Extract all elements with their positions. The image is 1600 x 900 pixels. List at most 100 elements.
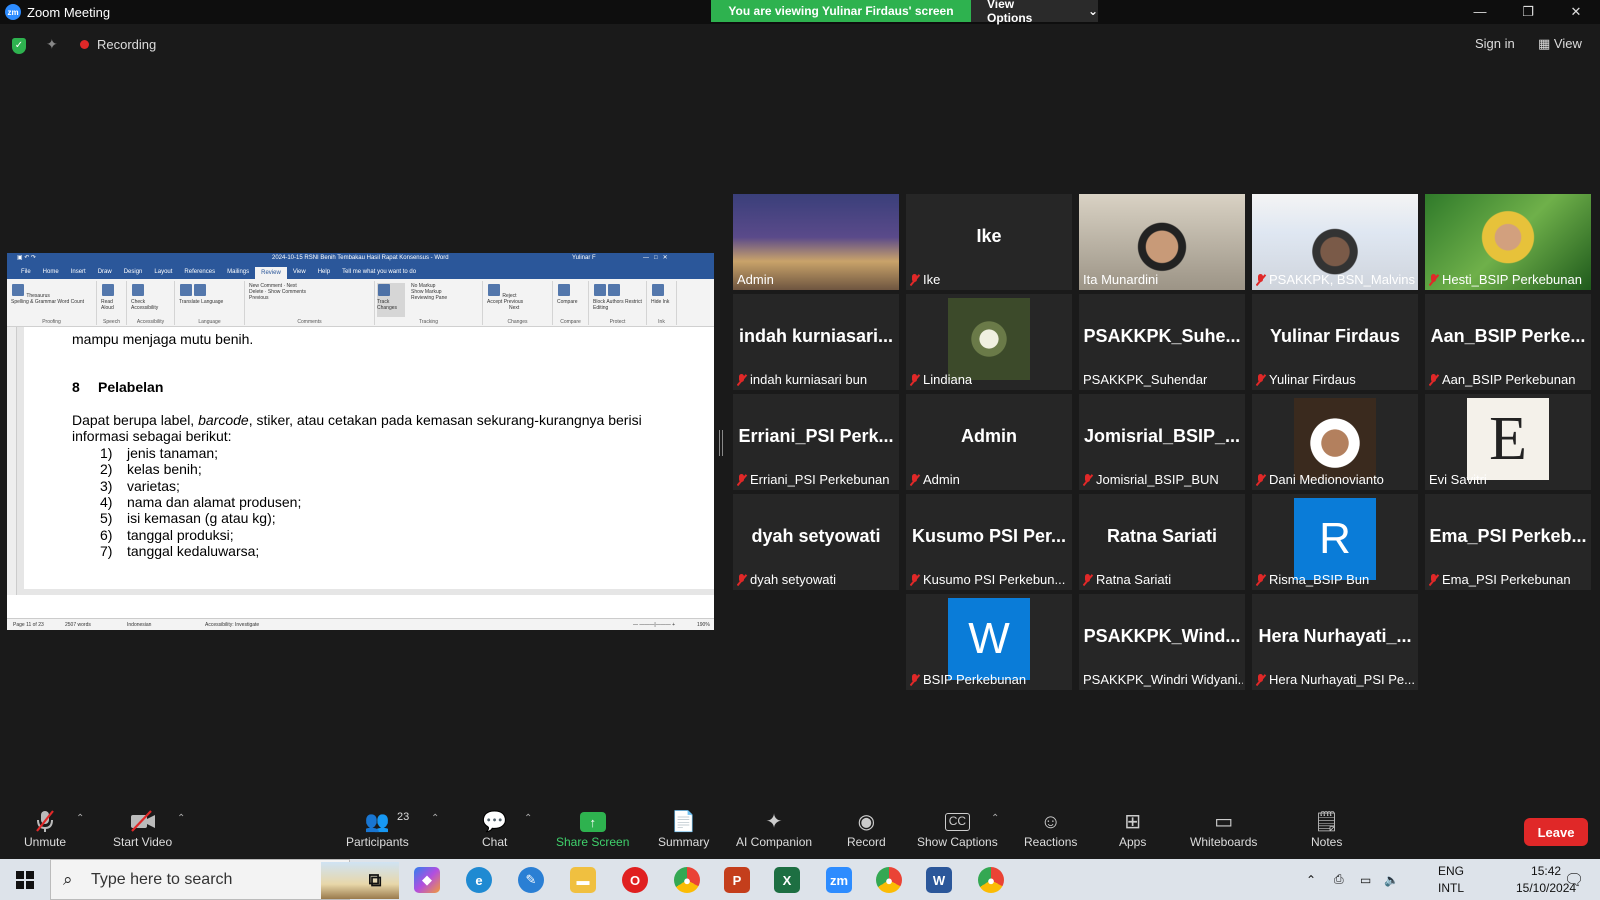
participant-tile[interactable]: Ike Ike [906, 194, 1072, 290]
language-icon[interactable] [194, 284, 206, 296]
ribbon-show-comments[interactable]: Show Comments [268, 289, 306, 295]
ribbon-translate[interactable]: Translate [179, 299, 200, 305]
start-video-button[interactable]: Start Video [113, 809, 172, 849]
ribbon-read-aloud[interactable]: Read Aloud [101, 299, 122, 311]
windows-start-icon[interactable] [16, 871, 34, 889]
ribbon-spelling[interactable]: Spelling & Grammar [11, 299, 56, 305]
zoom-app-icon[interactable]: zm [826, 867, 852, 893]
participants-caret-icon[interactable]: ⌃ [431, 813, 439, 824]
show-captions-button[interactable]: CC Show Captions [917, 809, 998, 849]
view-options-button[interactable]: View Options ⌄ [971, 0, 1098, 25]
check-accessibility-icon[interactable] [132, 284, 144, 296]
chrome-icon[interactable]: ● [876, 867, 902, 893]
word-page[interactable]: mampu menjaga mutu benih. 8 Pelabelan Da… [24, 327, 714, 589]
status-words[interactable]: 2507 words [65, 622, 91, 628]
view-button[interactable]: ▦ View [1538, 36, 1582, 52]
word-tab[interactable]: References [178, 269, 221, 275]
close-button[interactable]: ✕ [1552, 0, 1600, 24]
ribbon-next-change[interactable]: Next [509, 305, 519, 311]
ribbon-accept[interactable]: Accept [487, 299, 502, 305]
participant-tile[interactable]: PSAKKPK_Suhe... PSAKKPK_Suhendar [1079, 294, 1245, 390]
participant-tile[interactable]: Ratna Sariati Ratna Sariati [1079, 494, 1245, 590]
ribbon-reviewing-pane[interactable]: Reviewing Pane [411, 295, 447, 301]
chrome-profile-2-icon[interactable]: ● [978, 867, 1004, 893]
ai-companion-button[interactable]: ✦ AI Companion [736, 809, 812, 849]
leave-button[interactable]: Leave [1524, 818, 1588, 846]
participant-tile[interactable]: Yulinar Firdaus Yulinar Firdaus [1252, 294, 1418, 390]
unmute-button[interactable]: Unmute [24, 809, 66, 849]
minimize-button[interactable]: — [1456, 0, 1504, 24]
video-options-caret-icon[interactable]: ⌃ [177, 813, 185, 824]
ribbon-hide-ink[interactable]: Hide Ink [651, 299, 672, 305]
notifications-icon[interactable]: 🗨 [1564, 859, 1584, 900]
ribbon-word-count[interactable]: Word Count [57, 299, 84, 305]
summary-button[interactable]: 📄 Summary [658, 809, 709, 849]
word-tab[interactable]: Tell me what you want to do [336, 269, 422, 275]
tray-overflow-icon[interactable]: ⌃ [1306, 859, 1316, 900]
status-accessibility[interactable]: Accessibility: Investigate [205, 622, 259, 628]
edge-browser-icon[interactable]: e [466, 867, 492, 893]
whiteboards-button[interactable]: ▭ Whiteboards [1190, 809, 1257, 849]
shield-icon[interactable]: ✓ [12, 38, 26, 54]
participant-tile[interactable]: Admin [733, 194, 899, 290]
word-tab[interactable]: Mailings [221, 269, 255, 275]
status-page[interactable]: Page 11 of 23 [13, 622, 44, 628]
read-aloud-icon[interactable] [102, 284, 114, 296]
word-tab[interactable]: Layout [148, 269, 178, 275]
input-language[interactable]: ENG INTL [1438, 863, 1464, 897]
ribbon-compare[interactable]: Compare [557, 299, 584, 305]
word-tab[interactable]: Design [118, 269, 149, 275]
notes-button[interactable]: 🗒 Notes [1311, 809, 1342, 849]
taskbar-search-box[interactable]: ⌕ Type here to search [50, 859, 399, 900]
sign-in-link[interactable]: Sign in [1475, 36, 1515, 51]
ribbon-previous-comment[interactable]: Previous [249, 295, 268, 301]
word-tab[interactable]: Review [255, 267, 287, 279]
status-language[interactable]: Indonesian [127, 622, 151, 628]
apps-button[interactable]: ⊞ Apps [1119, 809, 1146, 849]
accept-icon[interactable] [488, 284, 500, 296]
translate-icon[interactable] [180, 284, 192, 296]
participant-tile[interactable]: W BSIP Perkebunan [906, 594, 1072, 690]
chat-button[interactable]: 💬 Chat [482, 809, 507, 849]
participant-tile[interactable]: PSAKKPK_Wind... PSAKKPK_Windri Widyani... [1079, 594, 1245, 690]
word-tab[interactable]: View [287, 269, 312, 275]
recording-indicator[interactable]: Recording [80, 30, 156, 58]
audio-options-caret-icon[interactable]: ⌃ [76, 813, 84, 824]
excel-icon[interactable]: X [774, 867, 800, 893]
word-icon[interactable]: W [926, 867, 952, 893]
powerpoint-icon[interactable]: P [724, 867, 750, 893]
participant-tile[interactable]: Hera Nurhayati_... Hera Nurhayati_PSI Pe.… [1252, 594, 1418, 690]
participant-tile[interactable]: Ita Munardini [1079, 194, 1245, 290]
device-icon[interactable]: ⎙ [1334, 859, 1344, 900]
hide-ink-icon[interactable] [652, 284, 664, 296]
participant-tile[interactable]: Kusumo PSI Per... Kusumo PSI Perkebun... [906, 494, 1072, 590]
participant-tile[interactable]: Ema_PSI Perkeb... Ema_PSI Perkebunan [1425, 494, 1591, 590]
word-tab[interactable]: File [15, 269, 37, 275]
network-icon[interactable]: ▭ [1360, 859, 1371, 900]
participant-tile[interactable]: indah kurniasari... indah kurniasari bun [733, 294, 899, 390]
ribbon-check-accessibility[interactable]: Check Accessibility [131, 299, 170, 311]
share-screen-button[interactable]: ↑ Share Screen [556, 809, 629, 849]
opera-browser-icon[interactable]: O [622, 867, 648, 893]
participant-tile[interactable]: Erriani_PSI Perk... Erriani_PSI Perkebuna… [733, 394, 899, 490]
participant-tile[interactable]: Admin Admin [906, 394, 1072, 490]
chat-caret-icon[interactable]: ⌃ [524, 813, 532, 824]
track-changes-button[interactable]: Track Changes [377, 283, 405, 317]
word-tab[interactable]: Insert [65, 269, 92, 275]
resize-handle[interactable] [719, 430, 723, 456]
status-zoom[interactable]: 190% [697, 622, 710, 628]
sparkle-icon[interactable]: ✦ [46, 36, 58, 53]
word-tab[interactable]: Home [37, 269, 65, 275]
participant-tile[interactable]: Dani Medionovianto [1252, 394, 1418, 490]
volume-icon[interactable]: 🔈 [1384, 859, 1399, 900]
ribbon-language[interactable]: Language [201, 299, 223, 305]
compare-icon[interactable] [558, 284, 570, 296]
zoom-slider[interactable]: — ———|——— + [633, 622, 675, 628]
copilot-icon[interactable]: ◆ [414, 867, 440, 893]
block-authors-icon[interactable] [594, 284, 606, 296]
restrict-editing-icon[interactable] [608, 284, 620, 296]
participant-tile[interactable]: Aan_BSIP Perke... Aan_BSIP Perkebunan [1425, 294, 1591, 390]
participant-tile[interactable]: Hesti_BSIP Perkebunan [1425, 194, 1591, 290]
restore-button[interactable]: ❐ [1504, 0, 1552, 24]
chrome-profile-icon[interactable]: ● [674, 867, 700, 893]
